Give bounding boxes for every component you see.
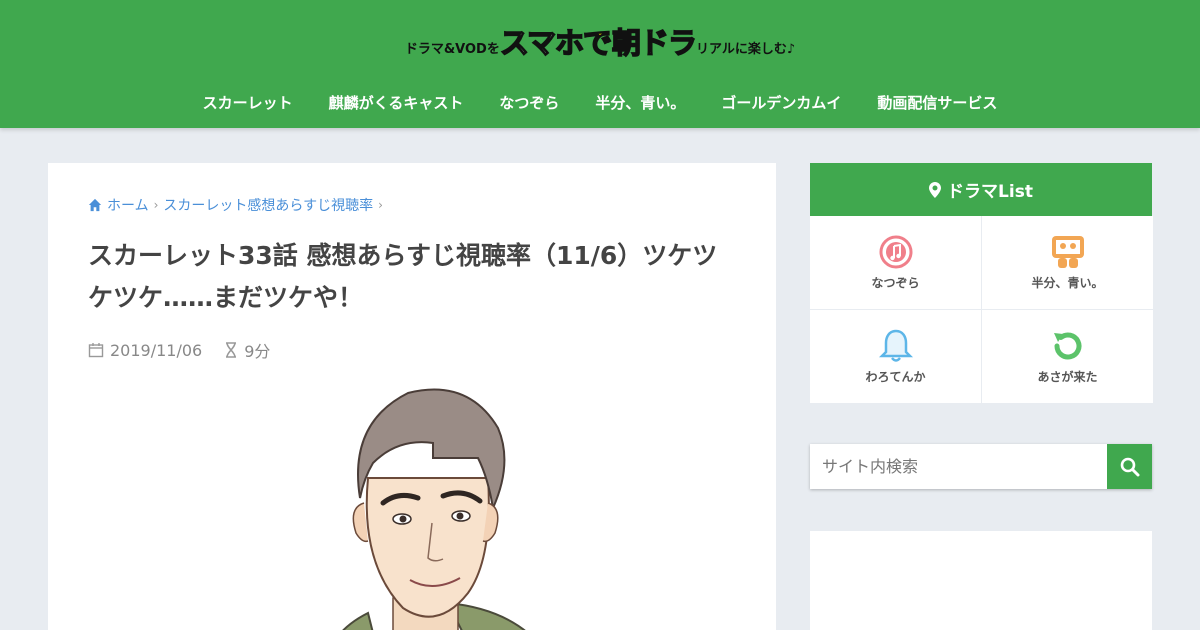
search-input[interactable] xyxy=(810,444,1107,489)
calendar-icon xyxy=(88,343,104,358)
site-header: ドラマ&VODをスマホで朝ドラリアルに楽しむ♪ スカーレット 麒麟がくるキャスト… xyxy=(0,0,1200,128)
breadcrumb: ホーム › スカーレット感想あらすじ視聴率 › xyxy=(88,195,383,215)
music-icon xyxy=(879,235,912,269)
hourglass-icon xyxy=(226,342,237,358)
bell-icon xyxy=(878,329,913,362)
widget-title: ドラマList xyxy=(947,182,1033,202)
nav-item-vod-services[interactable]: 動画配信サービス xyxy=(859,86,1015,120)
drama-list-grid: なつぞら 半分、青い。 わろてんか あさが来た xyxy=(810,216,1153,403)
read-time: 9分 xyxy=(244,342,271,361)
drama-link-hanbun-aoi[interactable]: 半分、青い。 xyxy=(982,216,1153,309)
article-title: スカーレット33話 感想あらすじ視聴率（11/6）ツケツケツケ……まだツケや！ xyxy=(88,241,718,312)
nav-item-scarlet[interactable]: スカーレット xyxy=(185,86,311,120)
breadcrumb-home-link[interactable]: ホーム xyxy=(107,195,149,215)
logo-text-asadora: 朝ドラ xyxy=(611,25,698,61)
nav-item-hanbun-aoi[interactable]: 半分、青い。 xyxy=(577,86,703,120)
article-eyecatch-image xyxy=(342,388,526,630)
search-button[interactable] xyxy=(1107,444,1152,489)
logo-suffix: リアルに楽しむ♪ xyxy=(696,42,796,57)
post-date: 2019/11/06 xyxy=(110,340,203,360)
map-pin-icon xyxy=(929,181,942,198)
logo-prefix: ドラマ&VODを xyxy=(404,42,500,57)
drama-link-warotenka[interactable]: わろてんか xyxy=(810,310,981,403)
global-nav: スカーレット 麒麟がくるキャスト なつぞら 半分、青い。 ゴールデンカムイ 動画… xyxy=(0,86,1200,120)
chevron-right-icon: › xyxy=(378,198,383,212)
logo-text-sumaho: スマホ xyxy=(499,25,585,61)
drama-link-natsuzora[interactable]: なつぞら xyxy=(810,216,981,309)
drama-label: 半分、青い。 xyxy=(1031,276,1104,290)
site-logo[interactable]: ドラマ&VODをスマホで朝ドラリアルに楽しむ♪ xyxy=(0,20,1200,62)
search-icon xyxy=(1120,457,1139,476)
nav-item-golden-kamuy[interactable]: ゴールデンカムイ xyxy=(703,86,859,120)
group-icon xyxy=(1051,236,1084,268)
article-meta: 2019/11/06 9分 xyxy=(88,338,270,362)
refresh-icon xyxy=(1053,332,1081,360)
sidebar-ad-widget xyxy=(810,531,1152,630)
site-search xyxy=(810,444,1152,489)
chevron-right-icon: › xyxy=(153,198,159,212)
widget-header: ドラマList xyxy=(810,163,1152,216)
nav-item-kirin-cast[interactable]: 麒麟がくるキャスト xyxy=(311,86,482,120)
drama-label: あさが来た xyxy=(1037,370,1098,384)
article-card: ホーム › スカーレット感想あらすじ視聴率 › スカーレット33話 感想あらすじ… xyxy=(48,163,776,630)
nav-item-natsuzora[interactable]: なつぞら xyxy=(481,86,577,120)
drama-link-asagakita[interactable]: あさが来た xyxy=(982,310,1153,403)
logo-text-de: で xyxy=(582,25,613,61)
home-icon xyxy=(88,198,102,212)
drama-label: わろてんか xyxy=(865,370,926,384)
drama-list-widget: ドラマList なつぞら 半分、青い。 わろてんか あさが来た xyxy=(810,163,1153,403)
drama-label: なつぞら xyxy=(871,276,920,290)
breadcrumb-category-link[interactable]: スカーレット感想あらすじ視聴率 xyxy=(163,195,373,215)
